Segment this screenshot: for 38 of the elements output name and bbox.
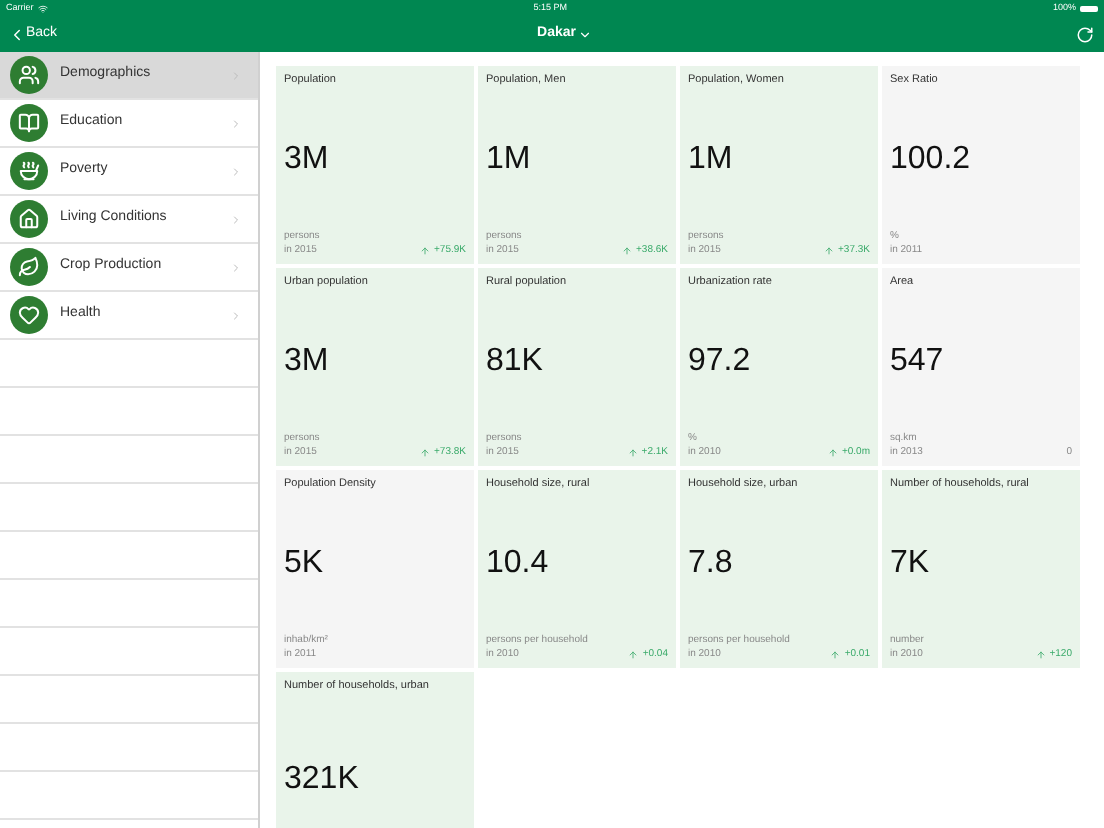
chevron-icon: [230, 165, 242, 177]
chevron-icon: [230, 117, 242, 129]
stat-value: 97.2: [688, 345, 751, 377]
stat-value: 10.4: [486, 547, 549, 579]
people-icon: [10, 56, 48, 94]
up-arrow-icon: [627, 448, 638, 458]
stat-value: 5K: [284, 547, 324, 579]
up-arrow-icon: [420, 448, 430, 458]
book-icon: [10, 104, 48, 142]
stat-value: 7K: [890, 547, 930, 579]
up-arrow-icon: [824, 246, 834, 256]
up-arrow-icon: [830, 650, 841, 660]
battery-icon: [1079, 5, 1098, 11]
caret-icon: [578, 27, 593, 41]
stat-value: 7.8: [688, 547, 733, 579]
up-arrow-icon: [622, 246, 632, 256]
up-arrow-icon: [628, 650, 639, 660]
refresh-button[interactable]: [1072, 22, 1096, 46]
wifi-icon: [37, 3, 48, 13]
leaf-icon: [10, 248, 48, 286]
chevron-icon: [230, 213, 242, 225]
up-arrow-icon: [1035, 650, 1046, 660]
stat-value: 100.2: [890, 143, 971, 175]
stat-value: 1M: [486, 143, 531, 175]
stat-value: 3M: [284, 345, 329, 377]
stat-value: 321K: [284, 763, 359, 795]
back-chevron-icon: [8, 25, 26, 43]
house-icon: [10, 200, 48, 238]
stat-value: 81K: [486, 345, 543, 377]
bowl-icon: [10, 152, 48, 190]
stat-value: 3M: [284, 143, 329, 175]
stat-value: 547: [890, 345, 944, 377]
chevron-icon: [230, 309, 242, 321]
refresh-icon: [1075, 25, 1093, 43]
chevron-icon: [230, 261, 242, 273]
up-arrow-icon: [827, 448, 838, 458]
up-arrow-icon: [420, 246, 430, 256]
stat-value: 1M: [688, 143, 733, 175]
